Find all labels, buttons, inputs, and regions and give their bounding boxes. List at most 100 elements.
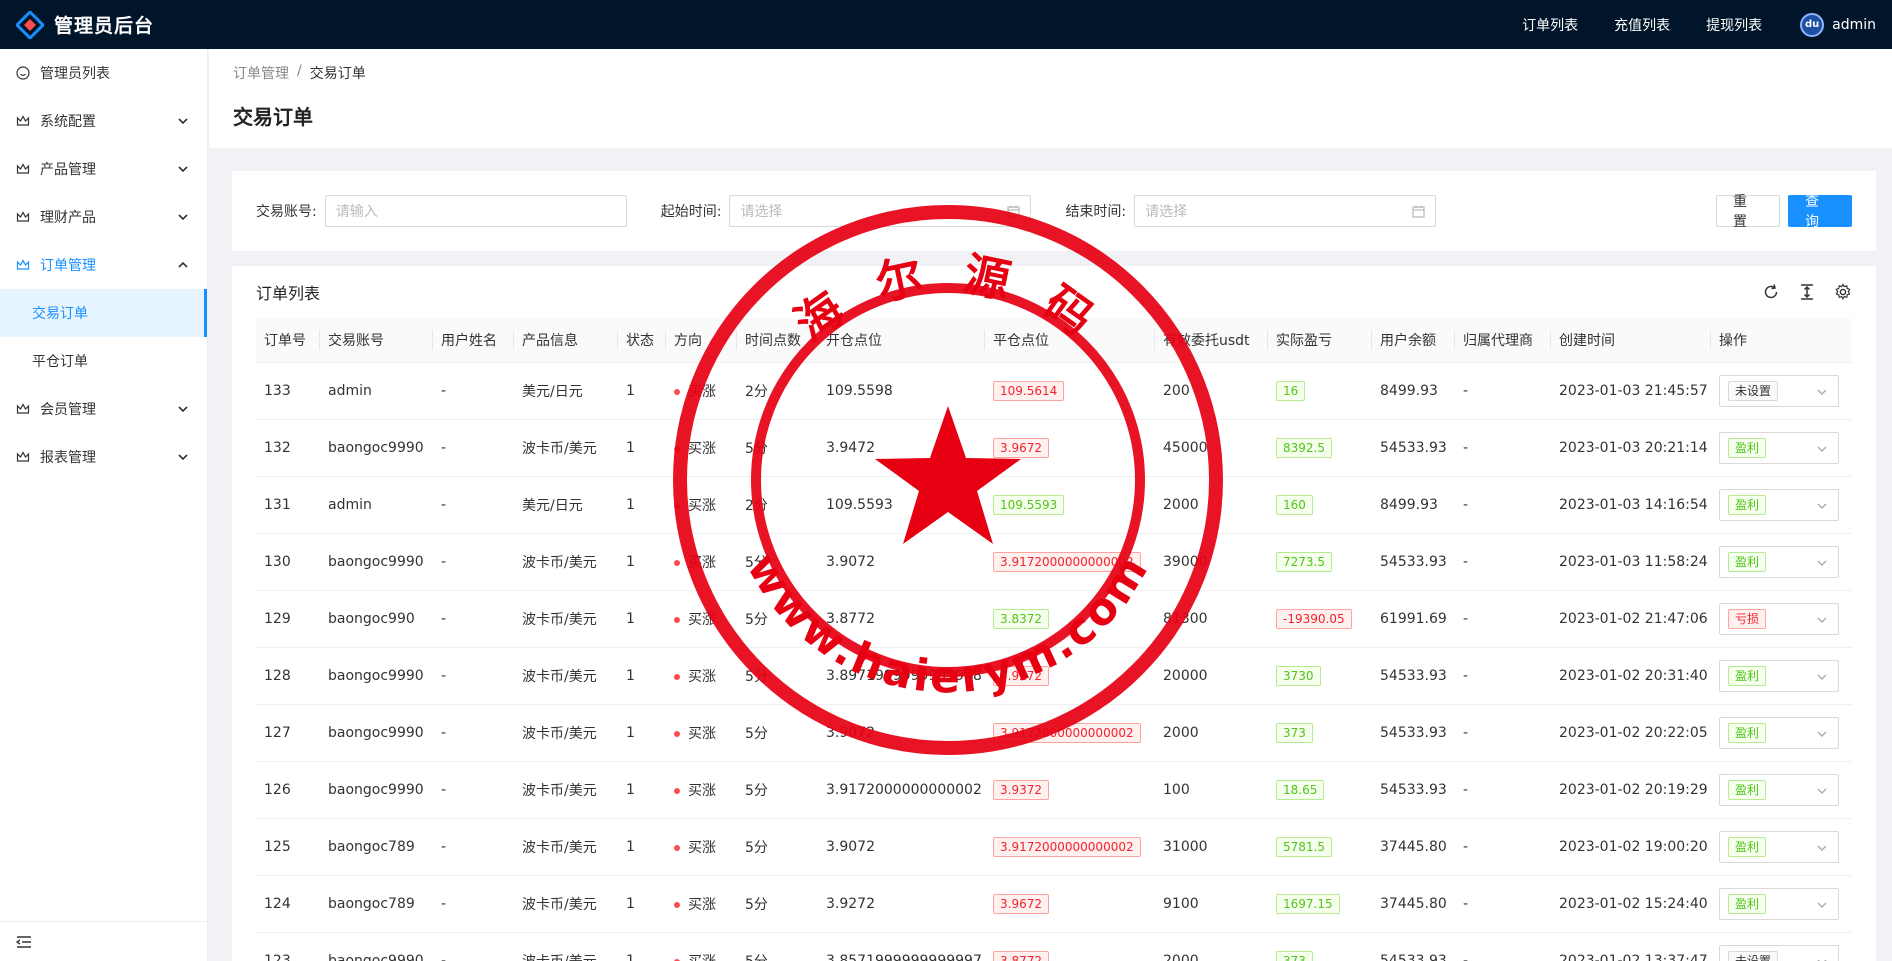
reload-icon[interactable] bbox=[1762, 283, 1780, 301]
topnav-recharge-list[interactable]: 充值列表 bbox=[1596, 15, 1688, 35]
sidebar-subitem-trade-orders[interactable]: 交易订单 bbox=[0, 289, 207, 337]
table-title: 订单列表 bbox=[256, 284, 321, 303]
table-row[interactable]: 132 baongoc9990- 波卡币/美元 1 买涨 5分 3.9472 3.9672 45… bbox=[256, 419, 1852, 477]
close-price-tag: 3.8772 bbox=[993, 950, 1049, 961]
cell-product: 美元/日元 bbox=[514, 476, 618, 534]
sidebar-item-report-management[interactable]: 报表管理 bbox=[0, 433, 207, 481]
result-select[interactable]: 盈利 bbox=[1719, 887, 1839, 920]
direction-badge: 买涨 bbox=[674, 612, 716, 628]
table-row[interactable]: 124 baongoc789- 波卡币/美元 1 买涨 5分 3.9272 3.9672 910… bbox=[256, 875, 1852, 933]
direction-text: 买涨 bbox=[688, 782, 716, 799]
result-select[interactable]: 盈利 bbox=[1719, 716, 1839, 749]
result-select[interactable]: 盈利 bbox=[1719, 659, 1839, 692]
calendar-icon bbox=[1007, 205, 1020, 218]
cell-product: 波卡币/美元 bbox=[514, 419, 618, 477]
chevron-down-icon bbox=[1817, 845, 1827, 851]
sidebar-item-member-management[interactable]: 会员管理 bbox=[0, 385, 207, 433]
cell-amount: 45000 bbox=[1155, 419, 1268, 477]
direction-badge: 买涨 bbox=[674, 441, 716, 457]
table-row[interactable]: 127 baongoc9990- 波卡币/美元 1 买涨 5分 3.9072 3.917200… bbox=[256, 704, 1852, 762]
sidebar-item-label: 产品管理 bbox=[40, 162, 96, 178]
sidebar-collapse-button[interactable] bbox=[0, 921, 207, 961]
cell-agent: - bbox=[1455, 476, 1551, 534]
page-title: 交易订单 bbox=[233, 105, 313, 129]
topnav-order-list[interactable]: 订单列表 bbox=[1504, 15, 1596, 35]
end-time-picker[interactable]: 请选择 bbox=[1134, 195, 1437, 227]
user-menu[interactable]: du admin bbox=[1780, 12, 1892, 37]
cell-status: 1 bbox=[618, 476, 666, 534]
result-select[interactable]: 盈利 bbox=[1719, 830, 1839, 863]
cell-created: 2023-01-03 20:21:14 bbox=[1551, 419, 1711, 477]
cell-close-price: 3.9272 bbox=[985, 647, 1155, 705]
topnav-withdraw-list[interactable]: 提现列表 bbox=[1688, 15, 1780, 35]
chevron-down-icon bbox=[1817, 731, 1827, 737]
table-row[interactable]: 131 admin - 美元/日元 1 买涨 2分 109.5593 109.5593 2000 1… bbox=[256, 476, 1852, 534]
result-select[interactable]: 未设置 bbox=[1719, 374, 1839, 407]
breadcrumb-separator: / bbox=[297, 63, 302, 79]
cell-time: 5分 bbox=[737, 647, 818, 705]
sidebar-item-product-management[interactable]: 产品管理 bbox=[0, 145, 207, 193]
chevron-down-icon bbox=[1817, 503, 1827, 509]
start-time-picker[interactable]: 请选择 bbox=[729, 195, 1032, 227]
result-select[interactable]: 盈利 bbox=[1719, 431, 1839, 464]
sidebar-item-label: 管理员列表 bbox=[40, 66, 110, 82]
cell-pnl: 5781.5 bbox=[1268, 818, 1372, 876]
direction-text: 买涨 bbox=[688, 896, 716, 913]
sidebar-item-order-management[interactable]: 订单管理 bbox=[0, 241, 207, 289]
cell-balance: 54533.93 bbox=[1372, 761, 1455, 819]
cell-open-price: 3.8571999999999997 bbox=[818, 932, 985, 961]
result-select[interactable]: 未设置 bbox=[1719, 944, 1839, 961]
cell-status: 1 bbox=[618, 761, 666, 819]
result-select[interactable]: 盈利 bbox=[1719, 545, 1839, 578]
table-row[interactable]: 130 baongoc9990- 波卡币/美元 1 买涨 5分 3.9072 3.917200… bbox=[256, 533, 1852, 591]
table-row[interactable]: 125 baongoc789- 波卡币/美元 1 买涨 5分 3.9072 3.9172000… bbox=[256, 818, 1852, 876]
query-button[interactable]: 查 询 bbox=[1788, 194, 1852, 230]
start-time-label: 起始时间: bbox=[660, 204, 722, 220]
table-body: 133 admin - 美元/日元 1 买涨 2分 109.5598 109.5614 200 16… bbox=[256, 362, 1852, 961]
result-select[interactable]: 盈利 bbox=[1719, 773, 1839, 806]
cell-amount: 100 bbox=[1155, 761, 1268, 819]
sidebar-item-wealth-products[interactable]: 理财产品 bbox=[0, 193, 207, 241]
column-header-created: 创建时间 bbox=[1551, 318, 1711, 363]
cell-status: 1 bbox=[618, 704, 666, 762]
cell-direction: 买涨 bbox=[666, 875, 737, 933]
cell-pnl: 373 bbox=[1268, 704, 1372, 762]
table-row[interactable]: 126 baongoc9990- 波卡币/美元 1 买涨 5分 3.917200000000… bbox=[256, 761, 1852, 819]
cell-status: 1 bbox=[618, 932, 666, 961]
account-input[interactable]: 请输入 bbox=[324, 195, 627, 227]
cell-action: 盈利 bbox=[1711, 818, 1852, 876]
direction-badge: 买涨 bbox=[674, 954, 716, 961]
direction-badge: 买涨 bbox=[674, 498, 716, 514]
search-form: 交易账号: 请输入 起始时间: 请选择 结束时间: 请选择 重 置 查 询 bbox=[232, 171, 1876, 251]
end-time-field: 结束时间: 请选择 bbox=[1065, 195, 1437, 227]
sidebar-item-label: 报表管理 bbox=[40, 450, 96, 466]
result-select[interactable]: 盈利 bbox=[1719, 488, 1839, 521]
cell-pnl: 18.65 bbox=[1268, 761, 1372, 819]
table-row[interactable]: 133 admin - 美元/日元 1 买涨 2分 109.5598 109.5614 200 16… bbox=[256, 362, 1852, 420]
direction-text: 买涨 bbox=[688, 497, 716, 514]
cell-product: 波卡币/美元 bbox=[514, 533, 618, 591]
table-row[interactable]: 128 baongoc9990- 波卡币/美元 1 买涨 5分 3.897199999999… bbox=[256, 647, 1852, 705]
result-select[interactable]: 亏损 bbox=[1719, 602, 1839, 635]
cell-account: baongoc9990 bbox=[320, 704, 433, 762]
sidebar-subitem-closed-orders[interactable]: 平仓订单 bbox=[0, 337, 207, 385]
cell-account: baongoc9990 bbox=[320, 647, 433, 705]
sidebar-item-system-config[interactable]: 系统配置 bbox=[0, 97, 207, 145]
cell-user-name: - bbox=[433, 476, 514, 534]
cell-status: 1 bbox=[618, 419, 666, 477]
username: admin bbox=[1832, 16, 1876, 33]
brand[interactable]: 管理员后台 bbox=[0, 0, 154, 49]
reset-button[interactable]: 重 置 bbox=[1716, 194, 1780, 230]
breadcrumb-parent[interactable]: 订单管理 bbox=[233, 63, 289, 83]
sidebar-item-admin-list[interactable]: 管理员列表 bbox=[0, 49, 207, 97]
cell-user-name: - bbox=[433, 590, 514, 648]
status-dot-icon bbox=[674, 616, 680, 623]
table-row[interactable]: 123baongoc9990-波卡币/美元1买涨5分3.857199999999… bbox=[256, 932, 1852, 961]
column-height-icon[interactable] bbox=[1798, 283, 1816, 301]
table-row[interactable]: 129 baongoc990- 波卡币/美元 1 买涨 5分 3.8772 3.8372 813… bbox=[256, 590, 1852, 648]
cell-account: baongoc9990 bbox=[320, 761, 433, 819]
cell-time: 5分 bbox=[737, 818, 818, 876]
setting-icon[interactable] bbox=[1834, 283, 1852, 301]
cell-amount: 9100 bbox=[1155, 875, 1268, 933]
cell-user-name: - bbox=[433, 875, 514, 933]
